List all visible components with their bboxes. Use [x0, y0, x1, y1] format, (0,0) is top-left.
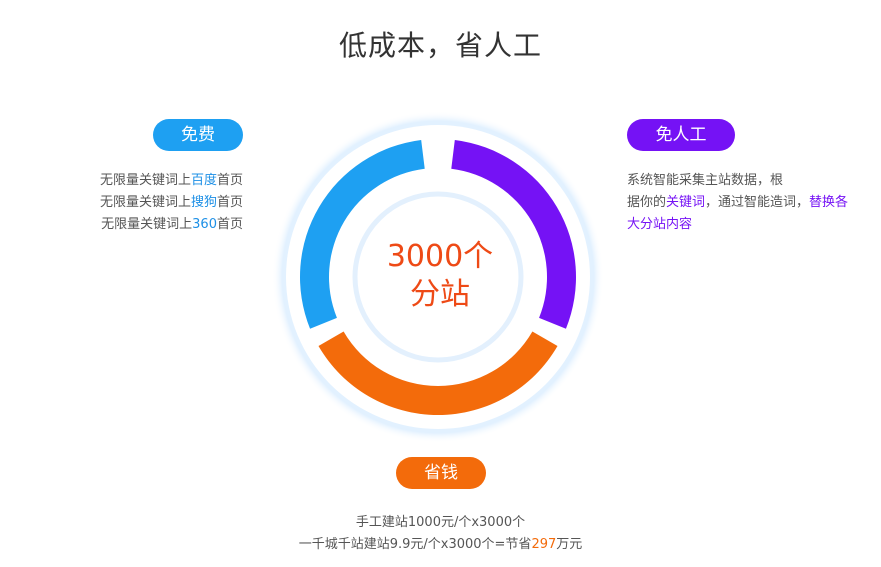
save-money-description: 手工建站1000元/个x3000个 一千城千站建站9.9元/个x3000个=节省… — [0, 512, 881, 556]
replace-highlight: 替换各 — [809, 195, 849, 210]
save-line-1: 手工建站1000元/个x3000个 — [355, 515, 526, 530]
center-substations: 分站 — [410, 277, 470, 312]
baidu-highlight: 百度 — [190, 173, 217, 188]
free-line-sogou: 无限量关键词上搜狗首页 — [99, 195, 243, 210]
free-line-360: 无限量关键词上360首页 — [101, 217, 243, 232]
keyword-highlight: 关键词 — [666, 195, 706, 210]
no-labor-line-1: 系统智能采集主站数据，根 — [627, 173, 784, 188]
free-description: 无限量关键词上百度首页 无限量关键词上搜狗首页 无限量关键词上360首页 — [100, 170, 243, 236]
no-labor-badge: 免人工 — [627, 119, 735, 151]
save-line-2: 一千城千站建站9.9元/个x3000个=节省297万元 — [298, 537, 583, 552]
no-labor-description: 系统智能采集主站数据，根 据你的关键词，通过智能造词，替换各 大分站内容 — [627, 170, 877, 236]
sogou-highlight: 搜狗 — [190, 195, 217, 210]
free-line-baidu: 无限量关键词上百度首页 — [99, 173, 243, 188]
free-badge: 免费 — [153, 119, 243, 151]
360-highlight: 360 — [192, 217, 217, 232]
center-label: 3000个 分站 — [340, 238, 540, 314]
no-labor-line-3: 大分站内容 — [627, 217, 693, 232]
save-money-badge: 省钱 — [396, 457, 486, 489]
no-labor-line-2: 据你的关键词，通过智能造词，替换各 — [627, 195, 849, 210]
center-count: 3000个 — [386, 239, 494, 274]
page-title: 低成本，省人工 — [338, 29, 542, 62]
saving-amount-highlight: 297 — [531, 537, 557, 552]
